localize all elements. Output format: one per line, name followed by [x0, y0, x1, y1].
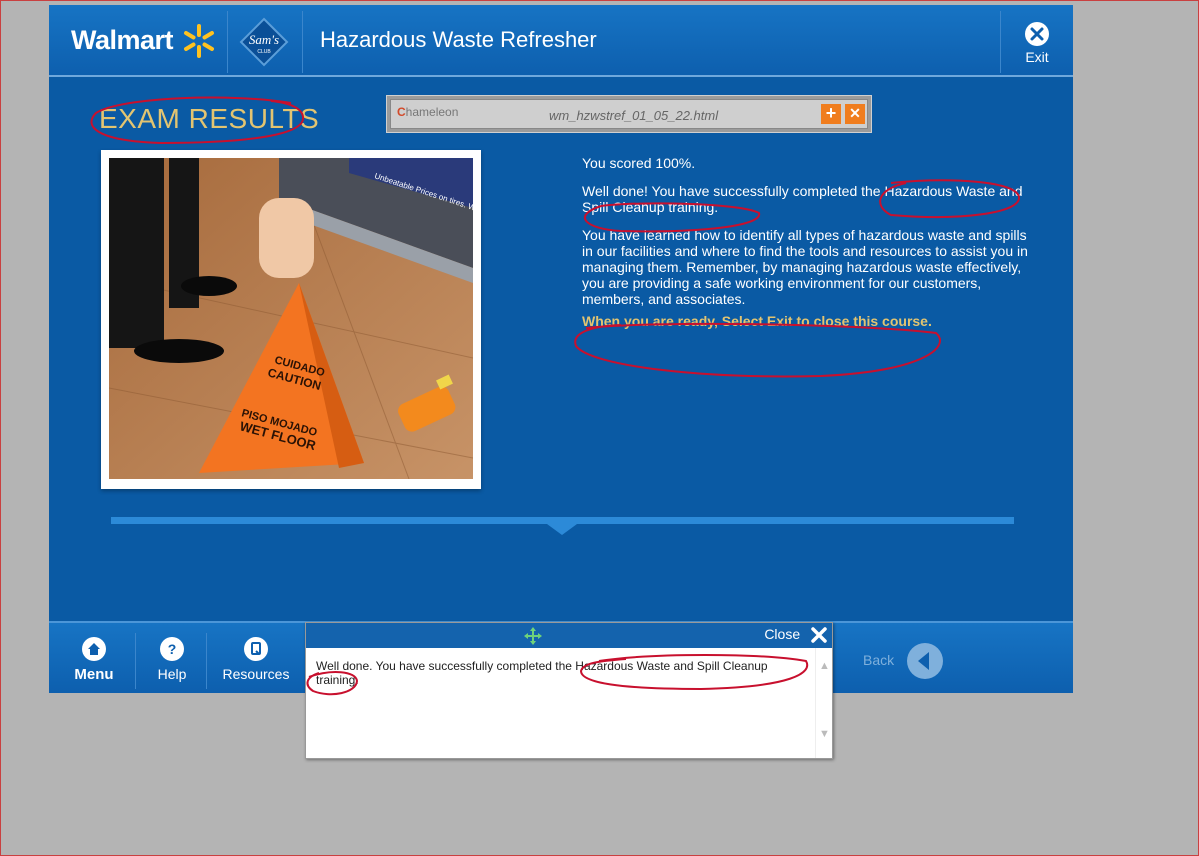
score-text: You scored 100%. [582, 155, 696, 171]
menu-label: Menu [74, 666, 114, 683]
expand-button[interactable]: + [821, 104, 841, 124]
exit-button[interactable]: Exit [1001, 5, 1073, 77]
menu-button[interactable]: Menu [61, 623, 127, 695]
learned-text: You have learned how to identify all typ… [582, 227, 1028, 307]
sams-club-logo: Sam's CLUB [239, 17, 289, 67]
svg-text:?: ? [168, 641, 177, 657]
well-done-text: Well done! You have successfully complet… [582, 183, 1023, 215]
sams-logo-sub: CLUB [257, 49, 271, 55]
resources-icon [244, 637, 268, 661]
chameleon-toolbar: Chameleon wm_hzwstref_01_05_22.html + ✕ [386, 95, 872, 133]
course-window: Walmart Sam's CLUB Hazardous Waste Refre… [49, 5, 1073, 693]
results-text: You scored 100%. Well done! You have suc… [582, 155, 1032, 341]
chameleon-logo: Chameleon [397, 105, 459, 119]
course-title: Hazardous Waste Refresher [320, 27, 597, 52]
scroll-down-icon[interactable]: ▼ [819, 728, 830, 740]
wet-floor-photo: Unbeatable Prices on tires. We Guara CUI… [101, 150, 481, 489]
file-name: wm_hzwstref_01_05_22.html [549, 108, 719, 123]
progress-marker [547, 524, 577, 535]
toolbar-close-button[interactable]: ✕ [845, 104, 865, 124]
exit-label: Exit [1025, 49, 1049, 65]
help-label: Help [157, 666, 187, 682]
resources-button[interactable]: Resources [217, 623, 295, 695]
ready-instruction: When you are ready, Select Exit to close… [582, 313, 932, 329]
back-arrow-icon [907, 643, 943, 679]
page-title: EXAM RESULTS [99, 103, 320, 134]
popup-message: Well done. You have successfully complet… [316, 659, 768, 687]
home-icon [82, 637, 106, 661]
popup-close-label: Close [764, 626, 801, 642]
transcript-popup: Close Well done. You have successfully c… [305, 622, 833, 759]
header-bar: Walmart Sam's CLUB Hazardous Waste Refre… [49, 5, 1073, 77]
progress-bar [111, 517, 1014, 524]
move-icon[interactable] [524, 627, 542, 645]
close-icon [811, 627, 827, 644]
walmart-spark-icon [184, 24, 214, 58]
popup-close-button[interactable]: Close [764, 626, 828, 644]
back-label: Back [863, 652, 895, 668]
sams-logo-text: Sam's [249, 32, 279, 47]
back-button[interactable]: Back [855, 643, 945, 679]
popup-titlebar[interactable]: Close [306, 623, 832, 648]
walmart-logo-text: Walmart [71, 25, 174, 55]
help-button[interactable]: ? Help [139, 623, 205, 695]
resources-label: Resources [222, 666, 290, 682]
close-circle-icon [1025, 22, 1049, 46]
help-icon: ? [160, 637, 184, 661]
popup-scrollbar[interactable]: ▲ ▼ [815, 648, 832, 758]
scroll-up-icon[interactable]: ▲ [819, 660, 830, 672]
